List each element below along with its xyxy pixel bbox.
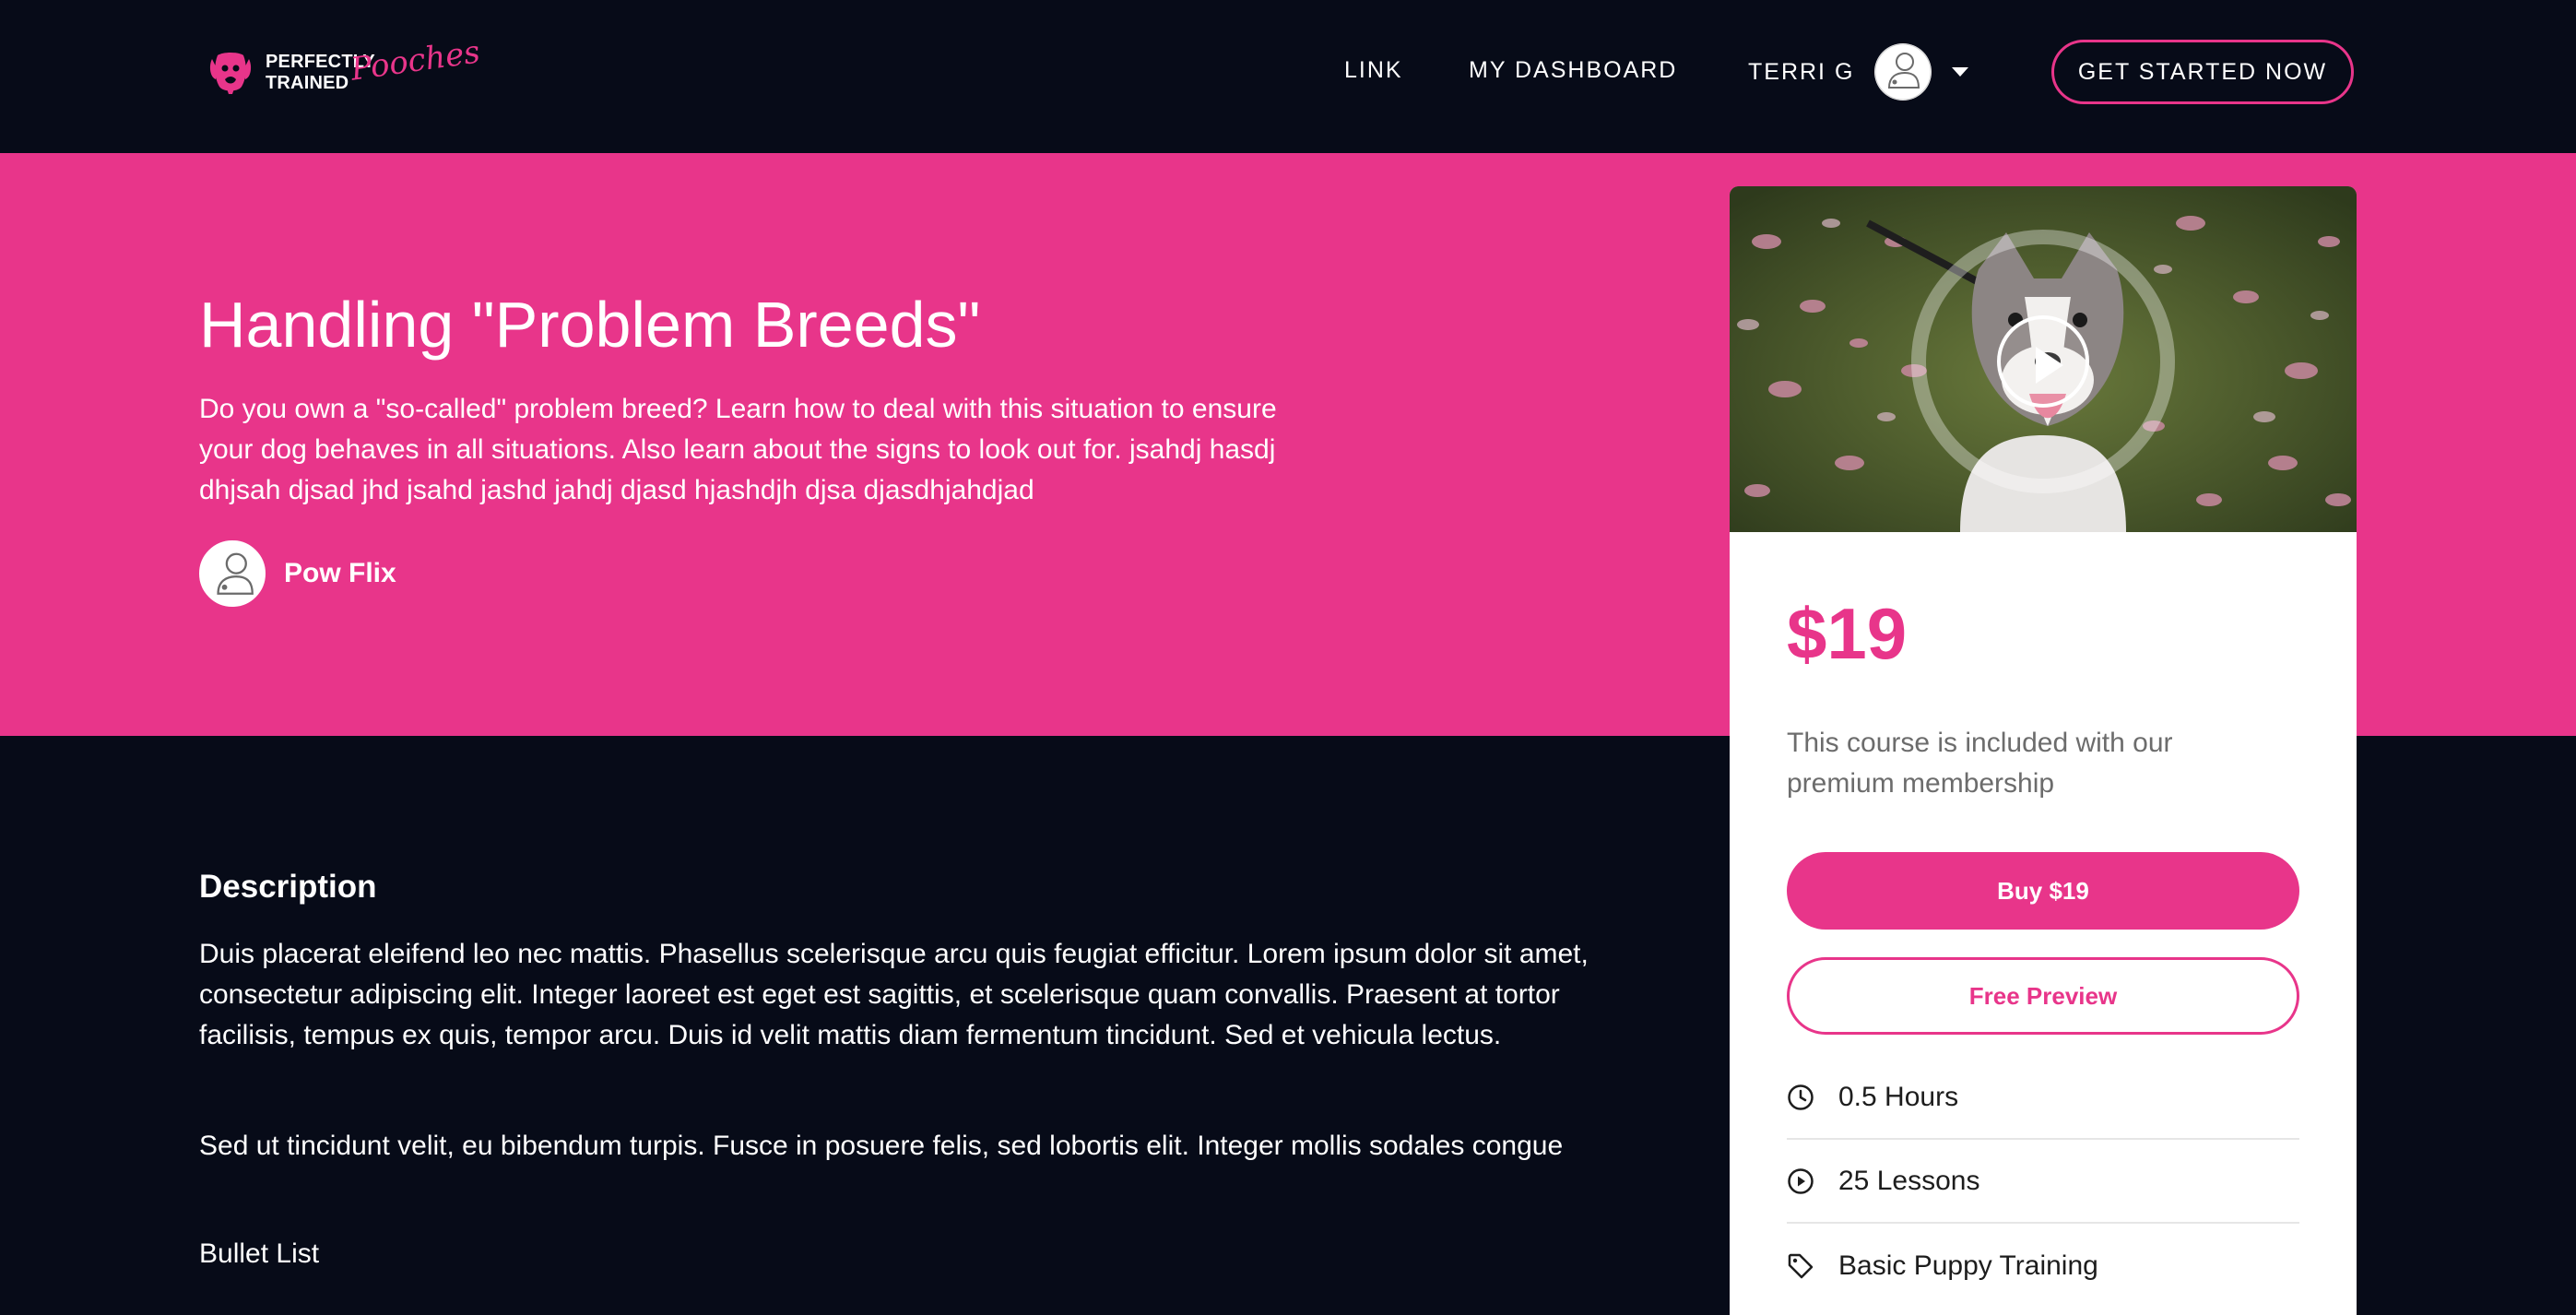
- description-paragraph: Sed ut tincidunt velit, eu bibendum turp…: [199, 1131, 1564, 1161]
- course-video-thumbnail[interactable]: [1730, 186, 2357, 532]
- nav-my-dashboard[interactable]: MY DASHBOARD: [1469, 57, 1677, 84]
- default-avatar-icon: [202, 543, 264, 605]
- play-video-icon[interactable]: [1997, 315, 2089, 408]
- course-purchase-card: $19 This course is included with our pre…: [1730, 186, 2357, 1315]
- get-started-button[interactable]: GET STARTED NOW: [2051, 40, 2354, 104]
- description-paragraph: Duis placerat eleifend leo nec mattis. P…: [199, 939, 1589, 1050]
- membership-note: This course is included with our premium…: [1787, 728, 2173, 799]
- tag-icon: [1787, 1252, 1814, 1280]
- course-lessons: 25 Lessons: [1787, 1141, 2299, 1224]
- course-price: $19: [1787, 593, 1908, 674]
- chevron-down-icon: [1952, 67, 1969, 77]
- category-text: Basic Puppy Training: [1838, 1250, 2098, 1281]
- user-avatar: [1874, 43, 1932, 101]
- author-name: Pow Flix: [284, 558, 396, 588]
- dog-face-logo-icon: [205, 46, 256, 98]
- duration-text: 0.5 Hours: [1838, 1082, 1959, 1112]
- site-header: PERFECTLY TRAINED Pooches LINK MY DASHBO…: [0, 0, 2576, 153]
- course-summary: Do you own a "so-called" problem breed? …: [199, 394, 1277, 505]
- course-author[interactable]: Pow Flix: [199, 540, 396, 607]
- course-category: Basic Puppy Training: [1787, 1225, 2299, 1308]
- author-avatar: [199, 540, 266, 607]
- default-avatar-icon: [1874, 43, 1932, 101]
- bullet-list-label: Bullet List: [199, 1238, 320, 1269]
- logo-script-text: Pooches: [348, 33, 483, 89]
- nav-link[interactable]: LINK: [1344, 57, 1403, 84]
- description-heading: Description: [199, 869, 377, 905]
- free-preview-button[interactable]: Free Preview: [1787, 957, 2299, 1035]
- course-title: Handling "Problem Breeds": [199, 289, 981, 361]
- user-name: TERRI G: [1748, 58, 1855, 85]
- play-circle-icon: [1787, 1167, 1814, 1195]
- clock-icon: [1787, 1084, 1814, 1111]
- lessons-text: 25 Lessons: [1838, 1166, 1980, 1196]
- course-duration: 0.5 Hours: [1787, 1057, 2299, 1140]
- user-menu[interactable]: TERRI G: [1748, 42, 1969, 101]
- site-logo[interactable]: PERFECTLY TRAINED Pooches: [205, 33, 482, 100]
- buy-button[interactable]: Buy $19: [1787, 852, 2299, 930]
